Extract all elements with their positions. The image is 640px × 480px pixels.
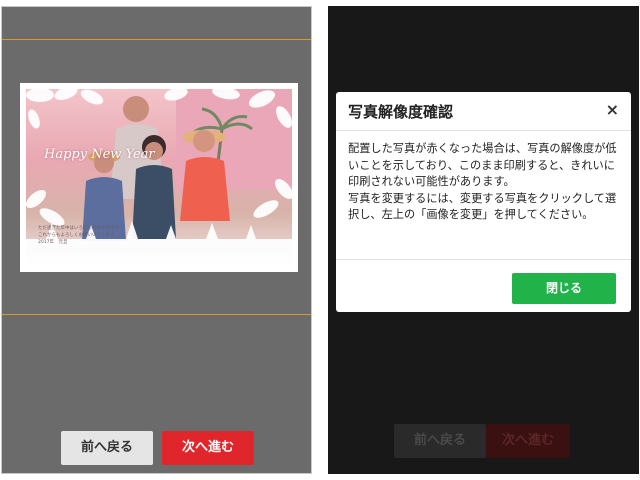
- card-message-line: 2017年 元旦: [38, 240, 68, 245]
- new-year-card-preview[interactable]: Happy New Year ただ過ぎた年中はいろいろのおかげです これからもよ…: [20, 83, 298, 272]
- back-button-dimmed: 前へ戻る: [394, 424, 486, 458]
- modal-header: 写真解像度確認 ×: [336, 92, 631, 131]
- left-screen: Happy New Year ただ過ぎた年中はいろいろのおかげです これからもよ…: [1, 6, 312, 474]
- close-icon[interactable]: ×: [606, 102, 619, 118]
- next-button[interactable]: 次へ進む: [162, 431, 254, 465]
- top-guide-line: [2, 39, 311, 40]
- card-message-line: ただ過ぎた年中はいろいろのおかげです: [38, 226, 119, 231]
- resolution-check-modal: 写真解像度確認 × 配置した写真が赤くなった場合は、写真の解像度が低いことを示し…: [336, 92, 631, 312]
- close-button[interactable]: 閉じる: [512, 273, 616, 304]
- modal-title: 写真解像度確認: [348, 103, 454, 121]
- greeting-text: Happy New Year: [44, 147, 155, 162]
- card-message-line: これからもよろしくお願いいたします: [38, 233, 115, 238]
- modal-body-paragraph: 配置した写真が赤くなった場合は、写真の解像度が低いことを示しており、このまま印刷…: [348, 142, 617, 188]
- next-button-dimmed: 次へ進む: [486, 424, 570, 458]
- bottom-guide-line: [2, 314, 311, 315]
- back-button[interactable]: 前へ戻る: [61, 431, 153, 465]
- modal-body-paragraph: 写真を変更するには、変更する写真をクリックして選択し、左上の「画像を変更」を押し…: [348, 191, 617, 222]
- card-photo[interactable]: Happy New Year ただ過ぎた年中はいろいろのおかげです これからもよ…: [26, 89, 292, 266]
- right-screen: 前へ戻る 次へ進む 写真解像度確認 × 配置した写真が赤くなった場合は、写真の解…: [328, 6, 639, 474]
- modal-body: 配置した写真が赤くなった場合は、写真の解像度が低いことを示しており、このまま印刷…: [348, 141, 621, 224]
- modal-footer: 閉じる: [336, 259, 631, 313]
